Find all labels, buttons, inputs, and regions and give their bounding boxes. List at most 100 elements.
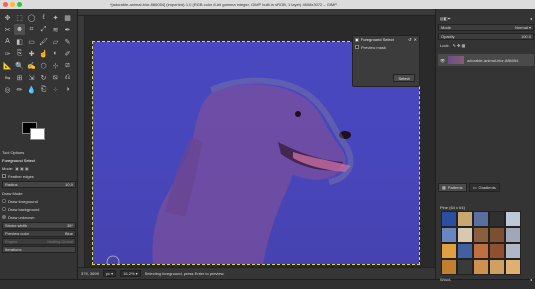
gradient-icon[interactable]: ▭	[26, 36, 37, 47]
mypaint-brush-icon[interactable]: ✍	[26, 60, 37, 71]
n-point-icon[interactable]: ⁘	[50, 84, 61, 95]
lock-row[interactable]: Lock: ✎ ✥ ▦	[438, 42, 534, 49]
fuzzy-select-icon[interactable]: ✦	[50, 12, 61, 23]
pattern-swatch[interactable]	[489, 243, 505, 259]
dodge-burn-icon[interactable]: ◐	[50, 48, 61, 59]
smudge-icon[interactable]: ☝	[38, 48, 49, 59]
unit-dropdown[interactable]: px ▾	[102, 270, 117, 277]
measure-icon[interactable]: 📐	[2, 60, 13, 71]
tool-options-tab[interactable]: Tool Options	[2, 148, 76, 156]
zoom-dropdown[interactable]: 16.2% ▾	[120, 270, 141, 277]
pattern-swatch[interactable]	[473, 227, 489, 243]
background-color[interactable]	[30, 128, 45, 140]
pattern-swatch[interactable]	[489, 227, 505, 243]
unified-transform-icon[interactable]: ⤢	[38, 24, 49, 35]
shear-icon[interactable]: ⧅	[50, 72, 61, 83]
pattern-swatch[interactable]	[489, 211, 505, 227]
pattern-swatch[interactable]	[505, 227, 521, 243]
bucket-fill-icon[interactable]: ◧	[14, 36, 25, 47]
layer-item[interactable]: 👁 adorable-animal-blur-886054	[438, 54, 534, 66]
eraser-icon[interactable]: ▱	[50, 36, 61, 47]
align-icon[interactable]: ⊞	[14, 72, 25, 83]
ink-icon[interactable]: ✑	[2, 48, 13, 59]
color-swatches[interactable]	[22, 120, 52, 142]
flip-icon[interactable]: ⇋	[2, 72, 13, 83]
draw-background-option[interactable]: Draw background	[2, 205, 76, 213]
paths-tab-icon[interactable]: ✒	[448, 16, 451, 21]
pattern-swatch[interactable]	[505, 243, 521, 259]
pencil-icon[interactable]: ✏	[14, 84, 25, 95]
preview-color-dropdown[interactable]: Preview color Blue	[2, 230, 76, 237]
select-button[interactable]: Select	[393, 74, 415, 82]
dock-menu-icon[interactable]: ◂	[530, 16, 532, 21]
radius-slider[interactable]: Radius 10.0	[2, 181, 76, 188]
blur-icon[interactable]: 💧	[26, 84, 37, 95]
seamless-clone-icon[interactable]: ⎌	[62, 72, 73, 83]
pattern-swatch[interactable]	[505, 259, 521, 275]
canvas-area[interactable]: ▣ Foreground Select ↺ ✕ Preview mask Sel…	[85, 16, 435, 267]
scale-icon[interactable]: ⇲	[26, 72, 37, 83]
stroke-width-slider[interactable]: Stroke width 35*	[2, 222, 76, 229]
pattern-menu-icon[interactable]: ◂	[530, 277, 532, 282]
heal-icon[interactable]: ✚	[26, 48, 37, 59]
maximize-window-button[interactable]	[17, 2, 22, 7]
threshold-icon[interactable]: ◑	[62, 84, 73, 95]
perspective-icon[interactable]: ⧄	[62, 60, 73, 71]
layers-tab-row[interactable]: ▤ ◧ ✒ ◂	[438, 15, 534, 22]
pattern-swatch[interactable]	[473, 211, 489, 227]
handle-transform-icon[interactable]: ⊹	[50, 60, 61, 71]
vertical-ruler[interactable]	[78, 16, 85, 267]
lasso-icon[interactable]: ℓ	[38, 12, 49, 23]
tab-gradients[interactable]: ▭ Gradients	[468, 183, 500, 192]
pattern-swatch[interactable]	[441, 227, 457, 243]
rect-select-icon[interactable]: ⬚	[14, 12, 25, 23]
ellipse-select-icon[interactable]: ◯	[26, 12, 37, 23]
preview-mask-checkbox[interactable]	[355, 45, 359, 49]
iterations-slider[interactable]: Iterations	[2, 246, 76, 253]
paths-icon[interactable]: ✒	[62, 24, 73, 35]
preview-mask-row[interactable]: Preview mask	[353, 43, 419, 51]
reset-icon[interactable]: ↺	[408, 37, 411, 42]
eye-icon[interactable]: 👁	[440, 58, 445, 63]
draw-unknown-option[interactable]: Draw unknown	[2, 213, 76, 221]
pattern-swatch[interactable]	[473, 243, 489, 259]
gegl-icon[interactable]: ◎	[2, 84, 13, 95]
clone-icon[interactable]: ⎘	[14, 48, 25, 59]
airbrush-icon[interactable]: ✎	[62, 36, 73, 47]
feather-edges-row[interactable]: Feather edges	[2, 172, 76, 180]
pattern-swatch[interactable]	[441, 243, 457, 259]
mode-row[interactable]: Mode: ▣ ▣ ▣	[2, 164, 76, 172]
close-icon[interactable]: ✕	[414, 37, 417, 42]
foreground-select-icon[interactable]: ☻	[14, 24, 25, 35]
pattern-swatch[interactable]	[457, 243, 473, 259]
text-icon[interactable]: A	[2, 36, 13, 47]
layer-mode-dropdown[interactable]: Mode Normal ▾	[438, 24, 534, 31]
pattern-swatch[interactable]	[505, 211, 521, 227]
crop-icon[interactable]: ⌗	[26, 24, 37, 35]
engine-dropdown[interactable]: Engine Matting Global	[2, 238, 76, 245]
move-tool-icon[interactable]: ✥	[2, 12, 13, 23]
cage-transform-icon[interactable]: ⬡	[38, 60, 49, 71]
tab-patterns[interactable]: ▦ Patterns	[438, 183, 467, 192]
pattern-swatch[interactable]	[457, 227, 473, 243]
feather-checkbox[interactable]	[2, 174, 6, 178]
warp-icon[interactable]: ≋	[50, 24, 61, 35]
horizontal-ruler[interactable]	[78, 9, 435, 16]
color-picker-icon[interactable]: ✐	[62, 48, 73, 59]
pattern-swatch[interactable]	[473, 259, 489, 275]
pattern-swatch[interactable]	[441, 259, 457, 275]
pattern-swatch[interactable]	[489, 259, 505, 275]
by-color-select-icon[interactable]: ▦	[62, 12, 73, 23]
minimize-window-button[interactable]	[10, 2, 15, 7]
opacity-slider[interactable]: Opacity 100.0	[438, 33, 534, 40]
pattern-swatch[interactable]	[457, 211, 473, 227]
pattern-swatch[interactable]	[441, 211, 457, 227]
pattern-swatch[interactable]	[457, 259, 473, 275]
draw-foreground-option[interactable]: Draw foreground	[2, 197, 76, 205]
scissors-icon[interactable]: ✂	[2, 24, 13, 35]
close-window-button[interactable]	[3, 2, 8, 7]
rotate-icon[interactable]: ↻	[38, 72, 49, 83]
paintbrush-icon[interactable]: 🖌	[38, 36, 49, 47]
zoom-icon[interactable]: 🔍	[14, 60, 25, 71]
perspective-clone-icon[interactable]: ⎗	[38, 84, 49, 95]
